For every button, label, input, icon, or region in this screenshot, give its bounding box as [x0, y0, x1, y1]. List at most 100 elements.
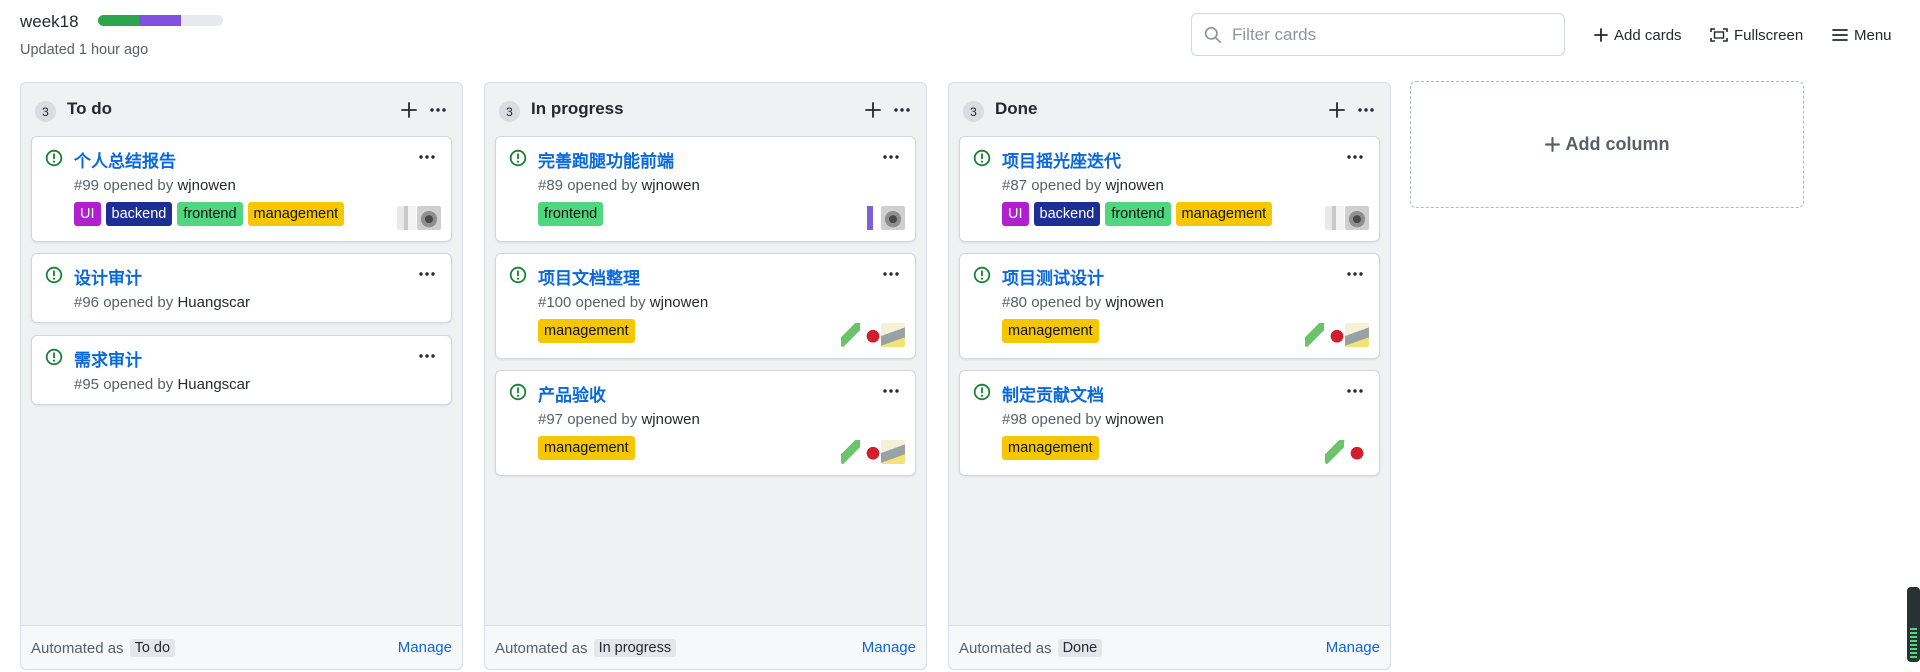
kebab-horizontal-icon	[419, 354, 435, 358]
card-title[interactable]: 项目测试设计	[1002, 264, 1104, 289]
project-progress-bar	[98, 15, 223, 26]
issue-number[interactable]: #97	[538, 411, 563, 428]
issue-number[interactable]: #96	[74, 294, 99, 311]
avatar[interactable]	[1344, 205, 1370, 231]
label-list: UI backend frontend management	[1002, 202, 1273, 226]
label-management[interactable]: management	[538, 436, 635, 460]
avatar[interactable]	[416, 205, 442, 231]
issue-number[interactable]: #99	[74, 177, 99, 194]
label-frontend[interactable]: frontend	[538, 202, 604, 226]
opened-by-text: opened by	[1031, 294, 1102, 311]
issue-card[interactable]: 完善跑腿功能前端 #89 opened by wjnowen frontend	[495, 136, 916, 242]
card-menu-button[interactable]	[1343, 147, 1367, 167]
issue-card[interactable]: 个人总结报告 #99 opened by wjnowen UI backend …	[31, 136, 452, 242]
label-management[interactable]: management	[1002, 436, 1099, 460]
card-title[interactable]: 个人总结报告	[74, 147, 176, 172]
author-link[interactable]: wjnowen	[1105, 411, 1163, 428]
issue-card[interactable]: 设计审计 #96 opened by Huangscar	[31, 253, 452, 323]
menu-button[interactable]: Menu	[1832, 24, 1892, 46]
column-add-card-button[interactable]	[1326, 99, 1348, 121]
issue-number[interactable]: #87	[1002, 177, 1027, 194]
issue-number[interactable]: #89	[538, 177, 563, 194]
issue-number[interactable]: #100	[538, 294, 571, 311]
issue-opened-icon	[509, 149, 527, 167]
label-frontend[interactable]: frontend	[1105, 202, 1171, 226]
author-link[interactable]: Huangscar	[177, 376, 250, 393]
label-management[interactable]: management	[1002, 319, 1099, 343]
card-menu-button[interactable]	[879, 147, 903, 167]
issue-number[interactable]: #95	[74, 376, 99, 393]
kebab-horizontal-icon	[430, 108, 446, 112]
issue-card[interactable]: 项目测试设计 #80 opened by wjnowen management	[959, 253, 1380, 359]
card-title[interactable]: 项目文档整理	[538, 264, 640, 289]
card-title[interactable]: 设计审计	[74, 264, 142, 289]
card-meta: #87 opened by wjnowen	[1002, 177, 1164, 194]
author-link[interactable]: wjnowen	[1105, 294, 1163, 311]
issue-card[interactable]: 项目文档整理 #100 opened by wjnowen management	[495, 253, 916, 359]
assignee-avatars	[1324, 205, 1370, 231]
author-link[interactable]: wjnowen	[650, 294, 708, 311]
project-title[interactable]: week18	[20, 12, 79, 32]
label-backend[interactable]: backend	[105, 202, 173, 226]
label-management[interactable]: management	[1175, 202, 1273, 226]
card-title[interactable]: 需求审计	[74, 346, 142, 371]
add-column-button[interactable]: Add column	[1410, 81, 1804, 208]
fullscreen-button[interactable]: Fullscreen	[1710, 24, 1803, 46]
label-frontend[interactable]: frontend	[177, 202, 243, 226]
card-menu-button[interactable]	[1343, 264, 1367, 284]
label-management[interactable]: management	[247, 202, 345, 226]
card-menu-button[interactable]	[415, 264, 439, 284]
card-menu-button[interactable]	[1343, 381, 1367, 401]
card-menu-button[interactable]	[415, 147, 439, 167]
column-menu-button[interactable]	[1354, 99, 1378, 121]
label-ui[interactable]: UI	[1002, 202, 1029, 226]
column-menu-button[interactable]	[426, 99, 450, 121]
column-add-card-button[interactable]	[398, 99, 420, 121]
column-add-card-button[interactable]	[862, 99, 884, 121]
card-menu-button[interactable]	[879, 264, 903, 284]
author-link[interactable]: wjnowen	[177, 177, 235, 194]
card-menu-button[interactable]	[415, 346, 439, 366]
author-link[interactable]: wjnowen	[1105, 177, 1163, 194]
issue-number[interactable]: #80	[1002, 294, 1027, 311]
card-title[interactable]: 完善跑腿功能前端	[538, 147, 674, 172]
avatar[interactable]	[1344, 439, 1370, 465]
issue-card[interactable]: 项目摇光座迭代 #87 opened by wjnowen UI backend…	[959, 136, 1380, 242]
card-title[interactable]: 项目摇光座迭代	[1002, 147, 1121, 172]
label-management[interactable]: management	[538, 319, 635, 343]
issue-card[interactable]: 产品验收 #97 opened by wjnowen management	[495, 370, 916, 476]
manage-automation-link[interactable]: Manage	[862, 639, 916, 656]
avatar[interactable]	[880, 322, 906, 348]
label-list: management	[538, 436, 635, 460]
card-count-badge: 3	[963, 101, 984, 122]
filter-cards-field[interactable]	[1191, 13, 1565, 56]
label-ui[interactable]: UI	[74, 202, 101, 226]
author-link[interactable]: wjnowen	[641, 411, 699, 428]
avatar[interactable]	[880, 439, 906, 465]
automation-preset-chip: Done	[1057, 639, 1103, 657]
issue-number[interactable]: #98	[1002, 411, 1027, 428]
label-backend[interactable]: backend	[1033, 202, 1101, 226]
overlay-widget[interactable]	[1907, 587, 1920, 662]
column-footer: Automated as To do Manage	[21, 625, 462, 669]
card-title[interactable]: 制定贡献文档	[1002, 381, 1104, 406]
progress-done-segment	[98, 15, 140, 26]
issue-card[interactable]: 制定贡献文档 #98 opened by wjnowen management	[959, 370, 1380, 476]
fullscreen-icon	[1710, 28, 1728, 42]
manage-automation-link[interactable]: Manage	[1326, 639, 1380, 656]
add-cards-button[interactable]: Add cards	[1594, 24, 1682, 46]
filter-cards-input[interactable]	[1232, 24, 1542, 45]
plus-icon	[865, 102, 881, 118]
author-link[interactable]: wjnowen	[641, 177, 699, 194]
issue-card[interactable]: 需求审计 #95 opened by Huangscar	[31, 335, 452, 405]
manage-automation-link[interactable]: Manage	[398, 639, 452, 656]
avatar[interactable]	[880, 205, 906, 231]
avatar[interactable]	[1344, 322, 1370, 348]
column-menu-button[interactable]	[890, 99, 914, 121]
column-header: 3 To do	[21, 83, 462, 135]
author-link[interactable]: Huangscar	[177, 294, 250, 311]
card-title[interactable]: 产品验收	[538, 381, 606, 406]
card-menu-button[interactable]	[879, 381, 903, 401]
column-done: 3 Done 项目摇光座迭代 #87 opened by wjnowen UI …	[948, 82, 1391, 670]
hamburger-icon	[1832, 29, 1848, 41]
